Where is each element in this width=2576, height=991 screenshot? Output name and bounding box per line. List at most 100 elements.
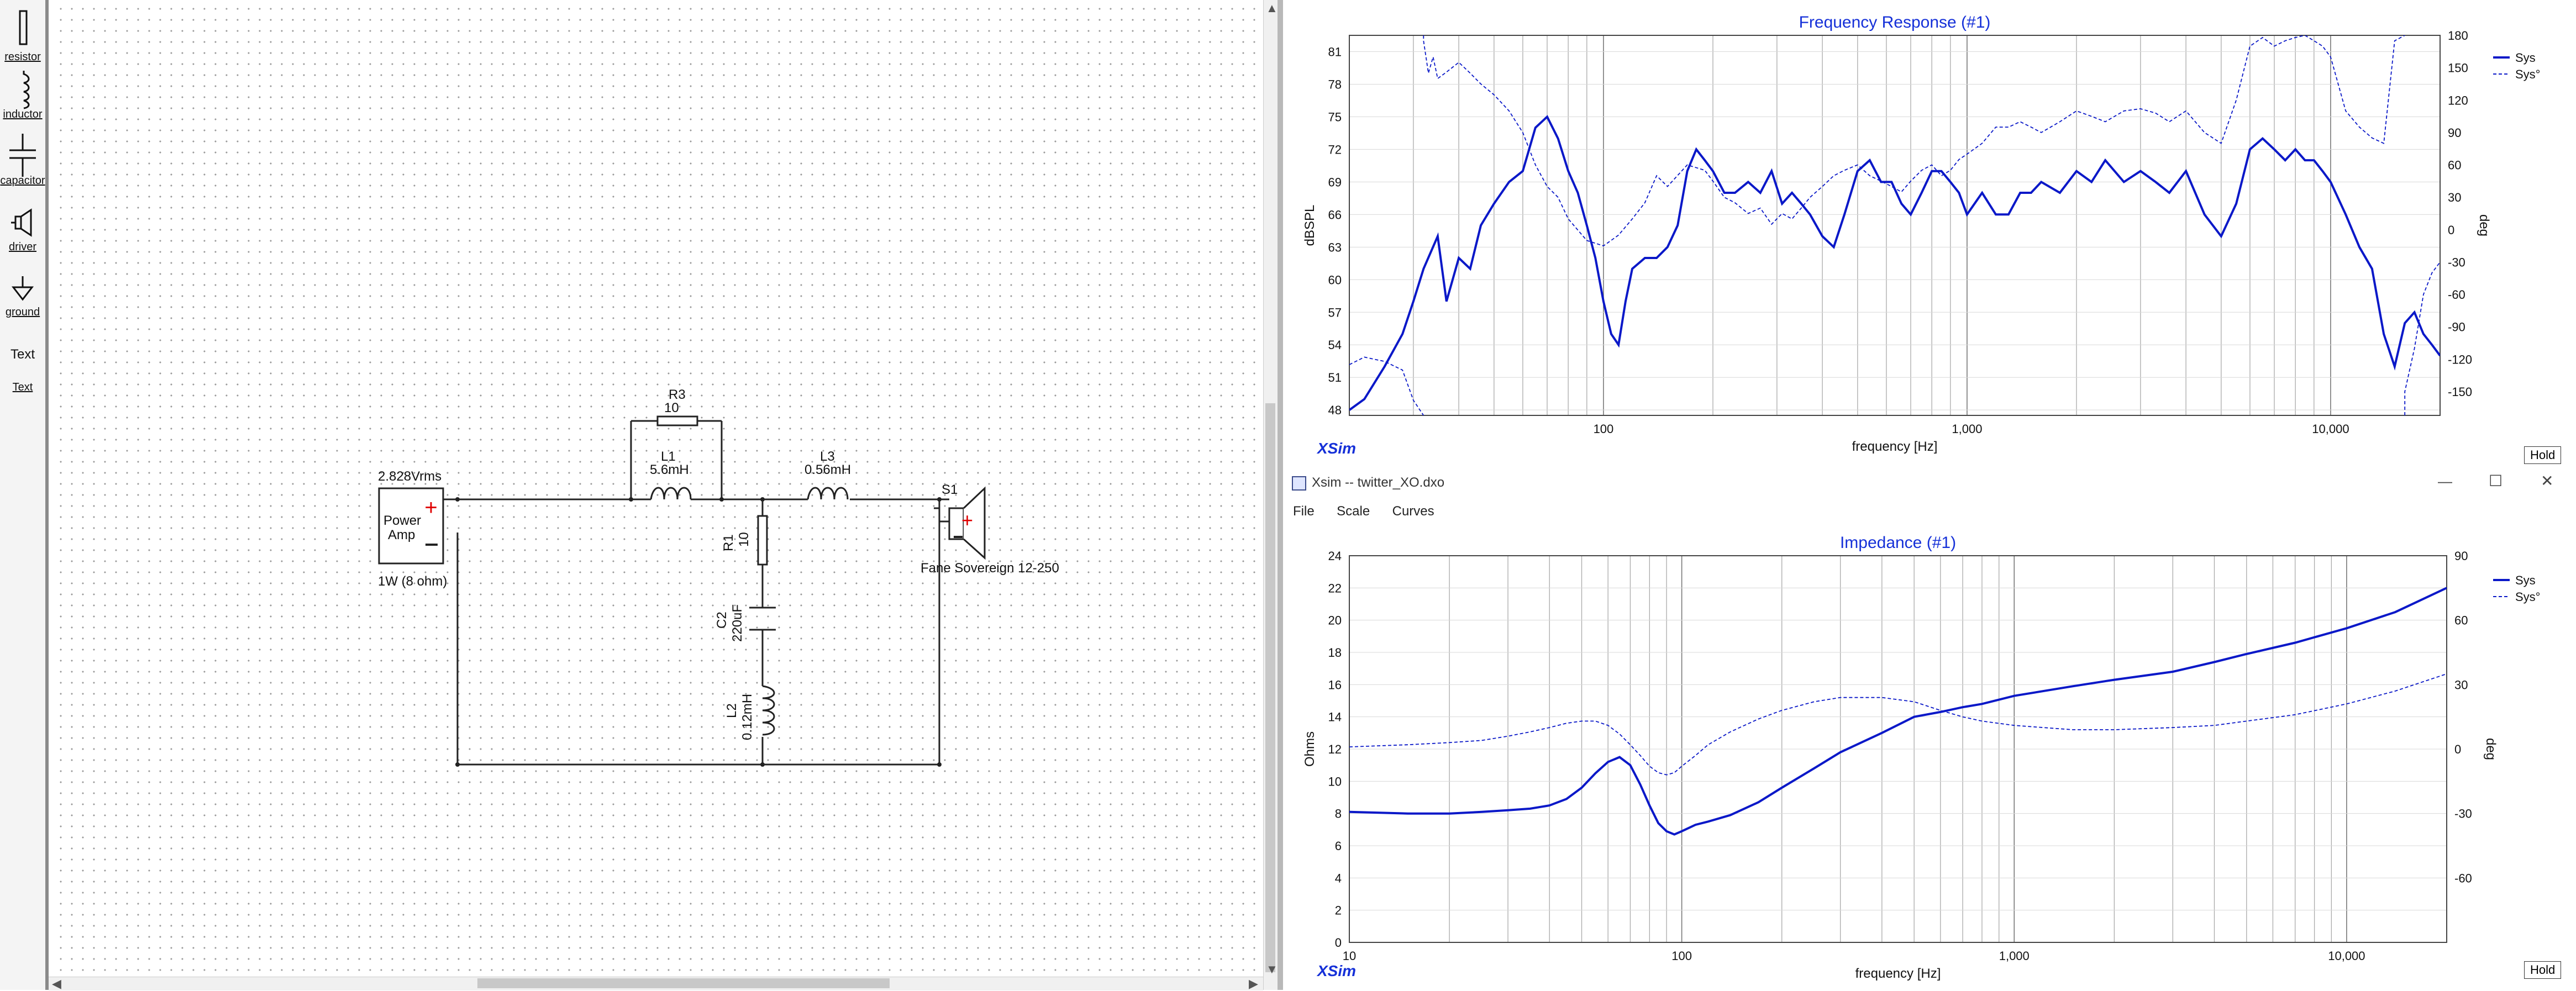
r1-name: R1 (721, 534, 736, 551)
amp-name-line2: Amp (388, 528, 415, 542)
y-axis-label: Ohms (1302, 731, 1317, 767)
y-tick-label: 63 (1328, 240, 1342, 254)
chart-title: Impedance (#1) (1840, 534, 1956, 552)
magnitude-curve (1349, 115, 2440, 411)
y-tick-label: 4 (1335, 871, 1342, 885)
y-tick-label: 81 (1328, 45, 1342, 59)
x-tick-label: 10 (1343, 949, 1356, 963)
y2-tick-label: 60 (2454, 614, 2468, 628)
l1-name: L1 (661, 449, 676, 464)
y-tick-label: 10 (1328, 774, 1342, 788)
x-tick-label: 1,000 (1952, 422, 1982, 436)
y-axis-label: dBSPL (1302, 205, 1317, 246)
y2-tick-label: 0 (2448, 223, 2454, 237)
y-tick-label: 75 (1328, 110, 1342, 124)
l3-name: L3 (820, 449, 835, 464)
y-tick-label: 60 (1328, 273, 1342, 287)
plot-frame (1349, 35, 2441, 416)
capacitor-c2[interactable] (749, 607, 776, 631)
y-tick-label: 51 (1328, 371, 1342, 384)
xsim-logo-2: XSim (1317, 962, 1357, 979)
y-tick-label: 78 (1328, 77, 1342, 91)
y2-tick-label: -150 (2448, 385, 2472, 399)
y2-axis-label: deg (2483, 738, 2498, 760)
y2-tick-label: -60 (2454, 871, 2472, 885)
horizontal-scroll-thumb[interactable] (477, 978, 890, 988)
x-tick-label: 10,000 (2328, 949, 2365, 963)
r3-value: 10 (664, 400, 679, 415)
inductor-l2[interactable] (762, 685, 775, 736)
legend-label: Sys° (2515, 590, 2540, 604)
y-tick-label: 6 (1335, 839, 1342, 853)
driver-plus-sign: + (961, 509, 973, 531)
r1-value: 10 (737, 532, 751, 547)
l2-value: 0.12mH (740, 694, 755, 740)
y2-tick-label: 120 (2448, 93, 2468, 107)
resistor-r3[interactable] (656, 415, 698, 426)
y2-tick-label: 90 (2448, 126, 2461, 140)
y2-axis-label: deg (2477, 214, 2491, 236)
scroll-left-icon[interactable]: ◀ (52, 977, 61, 991)
inductor-l3[interactable] (807, 487, 849, 500)
c2-name: C2 (714, 612, 729, 629)
schematic-drawing: + Power Amp 2.828Vrms 1W (8 ohm) R3 10 L… (378, 387, 1059, 767)
y-tick-label: 16 (1328, 678, 1342, 692)
y2-tick-label: -30 (2448, 255, 2465, 269)
y2-tick-label: 60 (2448, 159, 2461, 172)
scroll-down-icon[interactable]: ▼ (1266, 962, 1278, 977)
scroll-right-icon[interactable]: ▶ (1249, 977, 1258, 991)
y-tick-label: 69 (1328, 175, 1342, 189)
imp-hold-button[interactable]: Hold (2524, 961, 2562, 979)
y-tick-label: 54 (1328, 338, 1342, 352)
xsim-logo: XSim (1317, 440, 1357, 457)
y-tick-label: 2 (1335, 904, 1342, 918)
s1-model: Fane Sovereign 12-250 (921, 561, 1059, 576)
amp-name-line1: Power (383, 513, 421, 528)
y-tick-label: 24 (1328, 549, 1342, 563)
x-tick-label: 100 (1594, 422, 1614, 436)
y-tick-label: 48 (1328, 403, 1342, 417)
impedance-chart: 024681012141618202224-60-30030609010 100 1… (1302, 534, 2540, 981)
y-tick-label: 8 (1335, 807, 1342, 821)
x-axis-label: frequency [Hz] (1855, 966, 1941, 981)
legend-label: Sys (2515, 573, 2536, 587)
phase-curve (1349, 35, 2440, 415)
y-tick-label: 22 (1328, 581, 1342, 595)
y-tick-label: 57 (1328, 305, 1342, 319)
legend-label: Sys° (2515, 67, 2540, 81)
freq-hold-button[interactable]: Hold (2524, 446, 2562, 464)
vertical-scroll-thumb[interactable] (1265, 403, 1275, 972)
y-tick-label: 12 (1328, 742, 1342, 756)
inductor-l1[interactable] (650, 487, 692, 500)
y2-tick-label: -120 (2448, 352, 2472, 366)
r3-name: R3 (669, 387, 686, 402)
c2-value: 220uF (730, 604, 745, 642)
window-divider (1278, 0, 1283, 990)
l1-value: 5.6mH (650, 462, 689, 477)
scroll-up-icon[interactable]: ▲ (1266, 1, 1278, 15)
y-tick-label: 20 (1328, 614, 1342, 628)
y-tick-label: 66 (1328, 208, 1342, 222)
s1-name: S1 (942, 482, 958, 497)
y2-tick-label: 90 (2454, 549, 2468, 563)
resistor-r1[interactable] (757, 515, 768, 566)
y2-tick-label: 180 (2448, 29, 2468, 43)
legend-label: Sys (2515, 51, 2536, 65)
l3-value: 0.56mH (805, 462, 851, 477)
y-tick-label: 72 (1328, 143, 1342, 156)
frequency-response-chart: 48 51 54 57 60 63 66 69 72 75 78 81 -150 -120 -90 -60 -3… (1302, 13, 2540, 454)
y2-tick-label: 0 (2454, 742, 2461, 756)
y2-tick-label: 30 (2448, 191, 2461, 204)
x-axis-label: frequency [Hz] (1852, 439, 1938, 454)
x-tick-label: 10,000 (2312, 422, 2349, 436)
y2-tick-label: -60 (2448, 288, 2465, 302)
y-tick-label: 14 (1328, 710, 1342, 724)
y2-tick-label: -30 (2454, 807, 2472, 821)
l2-name: L2 (724, 703, 739, 718)
y2-tick-label: -90 (2448, 320, 2465, 334)
amp-voltage-label: 2.828Vrms (378, 469, 441, 484)
amp-load-note: 1W (8 ohm) (378, 574, 447, 589)
y-tick-label: 18 (1328, 646, 1342, 660)
magnitude-curve (1349, 587, 2447, 836)
chart-title: Frequency Response (#1) (1799, 13, 1991, 31)
